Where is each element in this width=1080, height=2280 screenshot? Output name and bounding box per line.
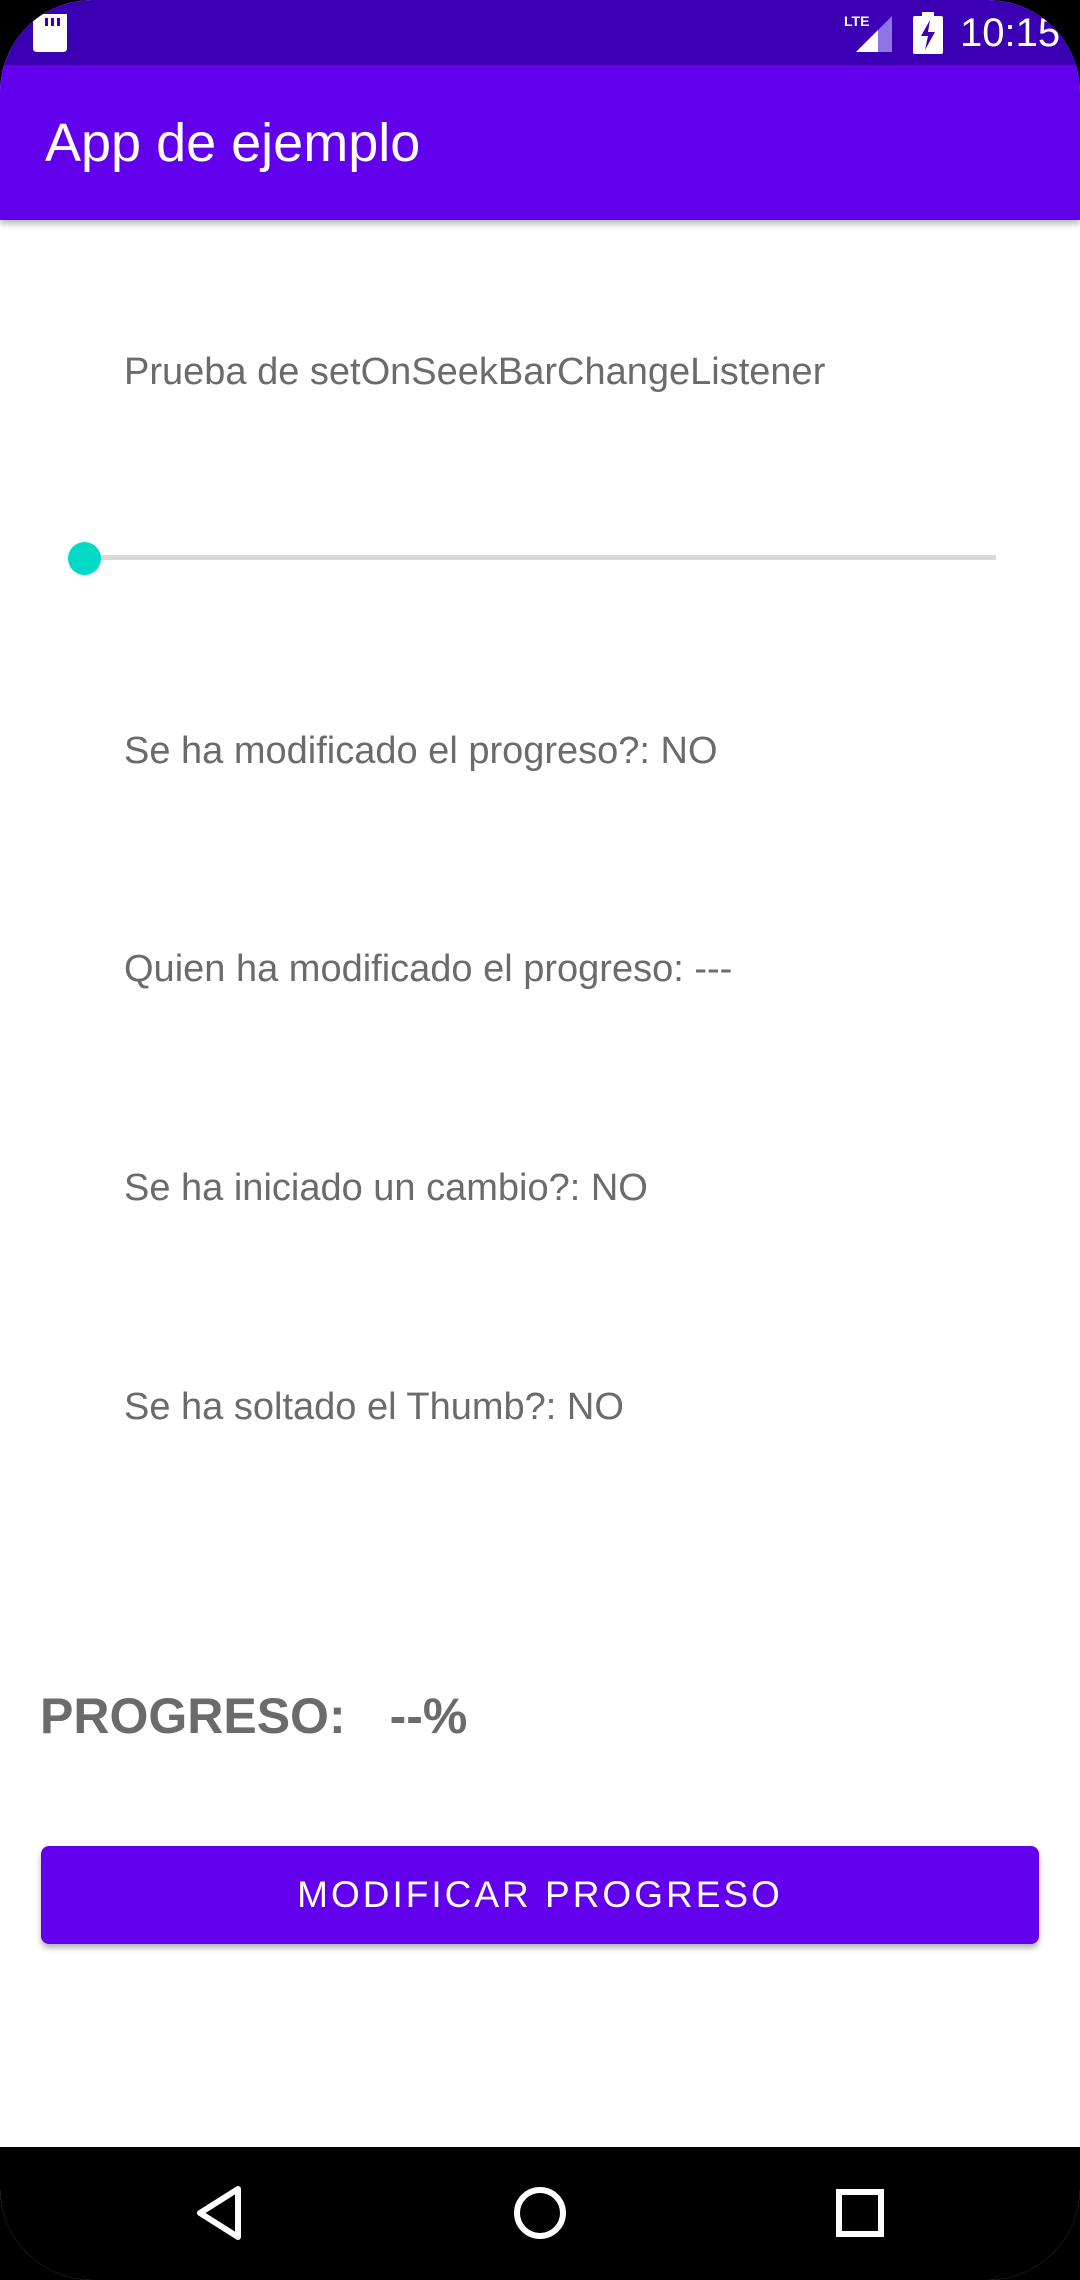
progress-changed-text: Se ha modificado el progreso?: NO bbox=[124, 730, 718, 772]
sd-card-icon bbox=[33, 14, 67, 52]
status-clock: 10:15 bbox=[960, 11, 1061, 55]
battery-charging-icon bbox=[913, 12, 943, 54]
progress-value: --% bbox=[389, 1688, 468, 1744]
app-bar: App de ejemplo bbox=[0, 65, 1080, 220]
seekbar-test-heading: Prueba de setOnSeekBarChangeListener bbox=[124, 351, 826, 393]
modify-progress-button[interactable]: MODIFICAR PROGRESO bbox=[41, 1846, 1039, 1944]
back-triangle-icon[interactable] bbox=[191, 2183, 251, 2243]
progress-row: PROGRESO: --% bbox=[40, 1686, 467, 1746]
who-changed-text: Quien ha modificado el progreso: --- bbox=[124, 948, 733, 990]
lte-signal-icon: LTE bbox=[844, 13, 892, 52]
seekbar-track[interactable] bbox=[84, 555, 996, 560]
screen: LTE 10:15 App de ejemplo Prueba de setOn… bbox=[0, 0, 1080, 2280]
home-circle-icon[interactable] bbox=[510, 2183, 570, 2243]
app-title: App de ejemplo bbox=[45, 113, 421, 173]
change-started-text: Se ha iniciado un cambio?: NO bbox=[124, 1167, 648, 1209]
progress-label: PROGRESO: bbox=[40, 1688, 346, 1744]
thumb-released-text: Se ha soltado el Thumb?: NO bbox=[124, 1386, 624, 1428]
navigation-bar bbox=[0, 2147, 1080, 2280]
seekbar-thumb[interactable] bbox=[68, 542, 101, 575]
status-bar: LTE 10:15 bbox=[0, 0, 1080, 65]
recents-square-icon[interactable] bbox=[830, 2183, 890, 2243]
network-label: LTE bbox=[844, 13, 869, 29]
